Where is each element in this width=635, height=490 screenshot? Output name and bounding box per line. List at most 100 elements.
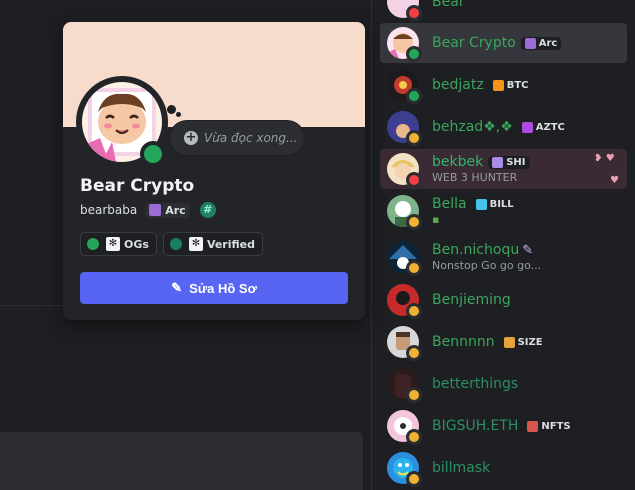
dnd-status-icon [406, 5, 422, 21]
edit-profile-button[interactable]: ✎ Sửa Hồ Sơ [80, 272, 348, 304]
frog-emoji-icon: ▪ [432, 213, 440, 226]
server-tag-badge: BILL [471, 197, 518, 211]
member-list-item[interactable]: Bear Crypto Arc [380, 23, 627, 63]
idle-status-icon [406, 387, 422, 403]
server-tag-badge: BTC [488, 78, 533, 92]
role-color-dot [87, 238, 99, 250]
member-list-item[interactable]: bekbek SHI WEB 3 HUNTER ❥ ♥ ♥ [380, 149, 627, 189]
server-tag-badge: AZTC [517, 120, 569, 134]
role-label: Verified [206, 237, 255, 251]
member-name: Benjieming [432, 292, 511, 308]
thought-bubble-dot [167, 105, 176, 114]
avatar [387, 452, 422, 487]
message-input-area[interactable] [0, 432, 363, 490]
member-list-item[interactable]: Bear [380, 0, 627, 22]
avatar [387, 69, 422, 104]
btc-tag-icon [492, 79, 504, 91]
member-name: Bennnnn [432, 334, 495, 350]
role-verified[interactable]: ✻ Verified [162, 232, 263, 256]
idle-status-icon [406, 471, 422, 487]
server-tag-label: Arc [165, 203, 186, 217]
member-name: Ben.nichoqu [432, 242, 520, 258]
role-icon: ✻ [188, 237, 203, 251]
idle-status-icon [406, 429, 422, 445]
member-name: BIGSUH.ETH [432, 418, 519, 434]
plus-icon: + [184, 130, 198, 145]
role-list: ✻ OGs ✻ Verified [80, 232, 263, 256]
member-list-item[interactable]: Bennnnn SIZE [380, 322, 627, 362]
flame-tag-icon [521, 121, 533, 133]
hashtag-badge-icon[interactable]: # [199, 202, 216, 218]
member-list-item[interactable]: bedjatz BTC [380, 65, 627, 105]
member-name: billmask [432, 460, 491, 476]
online-status-indicator [140, 141, 166, 167]
sword-tag-icon [527, 420, 539, 432]
idle-status-icon [406, 130, 422, 146]
member-list-item[interactable]: betterthings [380, 364, 627, 404]
member-name: Bear Crypto [432, 35, 516, 51]
avatar [387, 326, 422, 361]
member-list-item[interactable]: billmask [380, 448, 627, 488]
member-list-item[interactable]: Benjieming [380, 280, 627, 320]
online-status-icon [406, 88, 422, 104]
hearts-decoration-icon: ❥ ♥ ♥ [594, 153, 619, 186]
display-name: Bear Crypto [80, 176, 195, 196]
idle-status-icon [406, 303, 422, 319]
server-tag-badge: Arc [520, 36, 562, 50]
member-list-divider [371, 0, 372, 490]
member-list-item[interactable]: Bella BILL ▪ [380, 191, 627, 231]
edit-profile-label: Sửa Hồ Sơ [189, 280, 257, 296]
member-status-text: Nonstop Go go go... [432, 259, 542, 272]
role-icon: ✻ [106, 237, 120, 251]
member-list-item[interactable]: behzad❖,❖ AZTC [380, 107, 627, 147]
server-tag-badge: SIZE [499, 335, 547, 349]
idle-status-icon [406, 260, 422, 276]
pencil-icon: ✎ [171, 280, 183, 295]
thought-bubble-dot-small [176, 112, 181, 117]
avatar [387, 153, 422, 188]
avatar [387, 368, 422, 403]
server-tag-badge: SHI [488, 155, 530, 169]
idle-status-icon [406, 345, 422, 361]
avatar [387, 195, 422, 230]
avatar [387, 241, 422, 276]
username[interactable]: bearbaba [80, 203, 137, 217]
avatar [387, 27, 422, 62]
custom-status-placeholder: Vừa đọc xong... [204, 131, 298, 145]
server-tag-label: NFTS [541, 420, 571, 432]
member-list-item[interactable]: BIGSUH.ETH NFTS [380, 406, 627, 446]
avatar [387, 284, 422, 319]
username-row: bearbaba Arc # [80, 202, 216, 218]
server-tag-label: SIZE [517, 336, 543, 348]
server-tag-label: SHI [506, 156, 526, 168]
online-status-icon [406, 46, 422, 62]
lightning-tag-icon [503, 336, 515, 348]
member-name: betterthings [432, 376, 519, 392]
custom-status-bubble[interactable]: + Vừa đọc xong... [169, 120, 305, 156]
member-name: Bear [432, 0, 465, 10]
arc-tag-icon [524, 37, 536, 49]
profile-popout: + Vừa đọc xong... Bear Crypto bearbaba A… [63, 22, 365, 320]
member-name: bedjatz [432, 77, 484, 93]
role-label: OGs [124, 237, 149, 251]
avatar [387, 0, 422, 21]
heart-tag-icon [475, 198, 487, 210]
feather-icon: ✎ [522, 242, 534, 258]
server-tag-label: AZTC [535, 121, 565, 133]
avatar [387, 111, 422, 146]
server-tag-label: BTC [506, 79, 529, 91]
server-tag-badge: NFTS [523, 419, 575, 433]
server-tag-label: Arc [538, 37, 558, 49]
avatar [387, 410, 422, 445]
member-list-item[interactable]: Ben.nichoqu ✎ Nonstop Go go go... [380, 237, 627, 277]
idle-status-icon [406, 214, 422, 230]
role-color-dot [169, 238, 182, 250]
feather-tag-icon [492, 156, 504, 168]
member-status-text: WEB 3 HUNTER [432, 171, 518, 184]
role-ogs[interactable]: ✻ OGs [80, 232, 157, 256]
arc-tag-icon [149, 204, 162, 216]
member-name: bekbek [432, 154, 484, 170]
server-tag-badge[interactable]: Arc [145, 202, 190, 218]
server-tag-label: BILL [489, 198, 514, 210]
member-name: Bella [432, 196, 467, 212]
